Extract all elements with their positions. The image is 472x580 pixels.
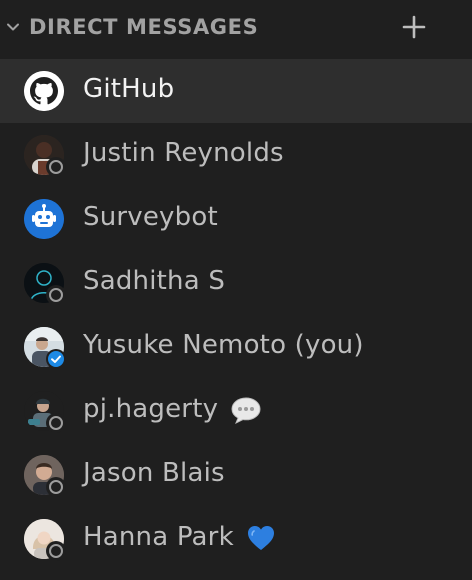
dm-name: Jason Blais <box>83 458 225 488</box>
dm-item-justin-reynolds[interactable]: Justin Reynolds <box>0 123 472 187</box>
status-verified-icon <box>46 349 66 369</box>
speech-bubble-icon <box>231 396 261 424</box>
section-title[interactable]: DIRECT MESSAGES <box>29 15 258 39</box>
dm-item-github[interactable]: GitHub <box>0 59 472 123</box>
status-offline-icon <box>46 541 66 561</box>
github-logo-icon <box>24 71 64 111</box>
dm-item-pj-hagerty[interactable]: pj.hagerty <box>0 379 472 443</box>
dm-name: Sadhitha S <box>83 266 226 296</box>
dm-name: Yusuke Nemoto (you) <box>83 330 364 360</box>
dm-name: GitHub <box>83 74 175 104</box>
dm-item-surveybot[interactable]: Surveybot <box>0 187 472 251</box>
blue-heart-icon <box>247 525 274 550</box>
direct-messages-panel: DIRECT MESSAGES GitHub Justin Reynolds S… <box>0 0 472 580</box>
status-offline-icon <box>46 157 66 177</box>
dm-name: pj.hagerty <box>83 394 262 425</box>
status-offline-icon <box>46 477 66 497</box>
chevron-down-icon[interactable] <box>6 20 20 34</box>
plus-icon[interactable] <box>401 14 427 40</box>
status-offline-icon <box>46 413 66 433</box>
robot-icon <box>24 199 64 239</box>
status-offline-icon <box>46 285 66 305</box>
direct-messages-header[interactable]: DIRECT MESSAGES <box>0 0 472 58</box>
dm-item-sadhitha-s[interactable]: Sadhitha S <box>0 251 472 315</box>
dm-name: Justin Reynolds <box>83 138 284 168</box>
dm-name: Surveybot <box>83 202 218 232</box>
dm-item-yusuke-nemoto[interactable]: Yusuke Nemoto (you) <box>0 315 472 379</box>
dm-name: Hanna Park <box>83 522 276 552</box>
dm-item-hanna-park[interactable]: Hanna Park <box>0 507 472 571</box>
dm-item-jason-blais[interactable]: Jason Blais <box>0 443 472 507</box>
